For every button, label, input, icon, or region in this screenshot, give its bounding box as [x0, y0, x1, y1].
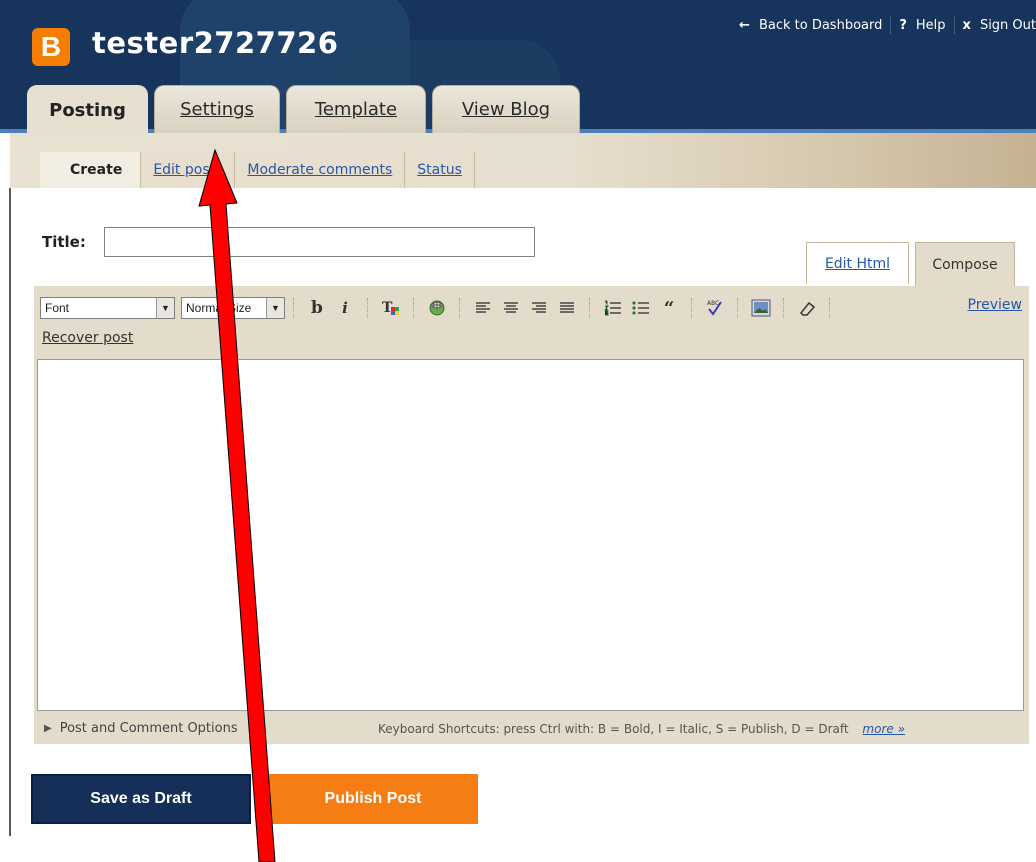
save-as-draft-button[interactable]: Save as Draft: [31, 774, 251, 824]
align-justify-icon[interactable]: [556, 297, 578, 319]
sign-out-link[interactable]: x Sign Out: [955, 18, 1036, 33]
post-body-textarea[interactable]: [37, 359, 1024, 711]
eraser-icon[interactable]: [796, 297, 818, 319]
bold-icon[interactable]: b: [306, 297, 328, 319]
edit-html-tab[interactable]: Edit Html: [806, 242, 909, 284]
italic-icon[interactable]: i: [334, 297, 356, 319]
toolbar-divider: [413, 298, 415, 318]
blog-name: tester2727726: [92, 26, 339, 60]
post-editor: Font ▼ Normal Size ▼ b i T “ ABC Preview…: [34, 286, 1029, 744]
publish-post-button[interactable]: Publish Post: [268, 774, 478, 824]
help-label: Help: [915, 17, 946, 33]
align-right-icon[interactable]: [528, 297, 550, 319]
subtab-create[interactable]: Create: [40, 152, 141, 188]
tab-view-blog[interactable]: View Blog: [432, 85, 580, 133]
logo-letter: B: [40, 31, 62, 62]
toolbar-divider: [293, 298, 295, 318]
toolbar-divider: [589, 298, 591, 318]
keyboard-shortcuts-text: Keyboard Shortcuts: press Ctrl with: B =…: [378, 722, 849, 736]
compose-tab[interactable]: Compose: [915, 242, 1015, 286]
sub-tabs: Create Edit posts Moderate comments Stat…: [40, 152, 475, 188]
tab-settings[interactable]: Settings: [154, 85, 280, 133]
top-nav: ← Back to Dashboard ? Help x Sign Out: [731, 16, 1036, 34]
title-input[interactable]: [104, 227, 535, 257]
blogger-post-editor: B tester2727726 ← Back to Dashboard ? He…: [0, 0, 1036, 862]
tab-template[interactable]: Template: [286, 85, 426, 133]
font-select-value: Font: [45, 301, 70, 315]
subtab-edit-posts[interactable]: Edit posts: [140, 152, 235, 188]
bulleted-list-icon[interactable]: [630, 297, 652, 319]
toolbar-divider: [737, 298, 739, 318]
image-icon[interactable]: [750, 297, 772, 319]
blogger-logo-icon[interactable]: B: [32, 28, 70, 66]
title-label: Title:: [42, 233, 86, 251]
align-center-icon[interactable]: [500, 297, 522, 319]
font-select[interactable]: Font ▼: [40, 297, 175, 319]
triangle-right-icon: ▶: [44, 723, 52, 734]
post-options-label: Post and Comment Options: [59, 721, 238, 736]
content-left-border: [9, 188, 11, 836]
toolbar-divider: [459, 298, 461, 318]
blockquote-icon[interactable]: “: [658, 297, 680, 319]
text-color-icon[interactable]: T: [380, 297, 402, 319]
main-tabs: Posting Settings Template View Blog: [27, 85, 586, 135]
editor-toolbar: Font ▼ Normal Size ▼ b i T “ ABC Preview: [40, 296, 1024, 320]
keyboard-shortcuts: Keyboard Shortcuts: press Ctrl with: B =…: [378, 722, 905, 736]
align-left-icon[interactable]: [472, 297, 494, 319]
numbered-list-icon[interactable]: [602, 297, 624, 319]
back-to-dashboard-link[interactable]: ← Back to Dashboard: [731, 18, 890, 33]
subtab-status[interactable]: Status: [404, 152, 475, 188]
back-arrow-icon: ←: [739, 17, 750, 33]
more-shortcuts-link[interactable]: more »: [862, 722, 905, 736]
subtab-moderate-comments[interactable]: Moderate comments: [234, 152, 405, 188]
back-to-dashboard-label: Back to Dashboard: [758, 17, 883, 33]
chevron-down-icon: ▼: [266, 298, 284, 318]
toolbar-divider: [691, 298, 693, 318]
preview-link[interactable]: Preview: [968, 297, 1023, 313]
chevron-down-icon: ▼: [156, 298, 174, 318]
size-select-value: Normal Size: [186, 301, 252, 315]
help-link[interactable]: ? Help: [891, 18, 953, 33]
toolbar-divider: [829, 298, 831, 318]
help-icon: ?: [899, 17, 907, 33]
recover-post-link[interactable]: Recover post: [42, 330, 133, 346]
size-select[interactable]: Normal Size ▼: [181, 297, 285, 319]
link-icon[interactable]: [426, 297, 448, 319]
sign-out-label: Sign Out: [979, 17, 1036, 33]
close-icon: x: [962, 17, 971, 33]
tab-posting[interactable]: Posting: [27, 85, 148, 135]
spellcheck-icon[interactable]: ABC: [704, 297, 726, 319]
toolbar-divider: [367, 298, 369, 318]
post-options-toggle[interactable]: ▶ Post and Comment Options: [44, 721, 238, 736]
toolbar-divider: [783, 298, 785, 318]
